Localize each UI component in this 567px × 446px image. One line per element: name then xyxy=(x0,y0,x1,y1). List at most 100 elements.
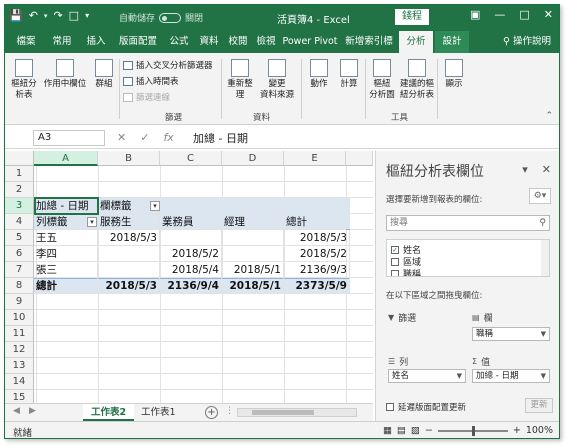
pivot-cell[interactable]: 2018/5/4 xyxy=(160,262,222,278)
rows-area-field[interactable]: 姓名 ▼ xyxy=(388,369,466,383)
autosave-toggle[interactable]: 自動儲存 關閉 xyxy=(119,11,203,24)
pane-options-dropdown-icon[interactable]: ▾ xyxy=(522,163,528,176)
pivot-row-name[interactable]: 李四 xyxy=(34,246,98,262)
close-icon[interactable]: ✕ xyxy=(544,8,553,21)
pivot-cell[interactable] xyxy=(98,262,160,278)
pivot-cell[interactable]: 2018/5/1 xyxy=(222,262,284,278)
pivot-grand-total-cell[interactable]: 2018/5/3 xyxy=(98,278,160,294)
field-list-scrollbar[interactable] xyxy=(541,240,549,276)
row-header[interactable]: 7 xyxy=(5,262,34,278)
show-button[interactable]: 顯示 xyxy=(441,59,467,90)
column-header[interactable] xyxy=(346,151,373,166)
row-header[interactable]: 15 xyxy=(5,390,34,403)
page-break-view-icon[interactable]: ▧ xyxy=(411,425,420,436)
autosave-switch[interactable] xyxy=(159,12,182,23)
change-source-button[interactable]: 變更 資料來源 xyxy=(257,59,297,101)
row-header[interactable]: 4 xyxy=(5,214,34,230)
active-field-button[interactable]: 作用中欄位 xyxy=(43,59,87,90)
tab-custom[interactable]: 新增索引標籤 xyxy=(341,31,397,69)
next-sheet-icon[interactable]: ▶ xyxy=(29,406,36,416)
qat-customize-icon[interactable]: ▾ xyxy=(85,11,89,20)
tab-insert[interactable]: 插入 xyxy=(81,31,111,53)
row-header[interactable]: 12 xyxy=(5,342,34,358)
defer-checkbox[interactable] xyxy=(386,403,394,411)
normal-view-icon[interactable]: ▦ xyxy=(383,425,392,436)
new-file-icon[interactable]: □ xyxy=(69,9,79,22)
column-header[interactable]: A xyxy=(34,151,98,166)
tab-data[interactable]: 資料 xyxy=(195,31,223,53)
pivotchart-button[interactable]: 樞紐 分析圖 xyxy=(367,59,397,101)
column-header[interactable]: D xyxy=(222,151,284,166)
pivot-cell[interactable]: 2018/5/2 xyxy=(160,246,222,262)
column-header[interactable]: E xyxy=(284,151,346,166)
column-filter-dropdown-icon[interactable]: ▾ xyxy=(150,201,160,211)
group-button[interactable]: 群組 xyxy=(91,59,117,90)
redo-icon[interactable]: ↷ xyxy=(53,9,62,22)
row-header[interactable]: 10 xyxy=(5,310,34,326)
chevron-down-icon[interactable]: ▼ xyxy=(541,328,546,340)
row-header[interactable]: 8 xyxy=(5,278,34,294)
pivot-cell[interactable]: 2018/5/2 xyxy=(284,246,350,262)
row-header[interactable]: 2 xyxy=(5,182,34,198)
insert-function-icon[interactable]: fx xyxy=(163,131,173,144)
field-checkbox[interactable] xyxy=(391,257,399,266)
recommended-pivottables-button[interactable]: 建議的樞 紐分析表 xyxy=(397,59,437,101)
pivot-cell[interactable] xyxy=(222,246,284,262)
sheet-tab[interactable]: 工作表1 xyxy=(133,404,184,421)
tab-view[interactable]: 檢視 xyxy=(253,31,279,53)
pivot-cell[interactable] xyxy=(222,230,284,246)
pivot-cell[interactable] xyxy=(160,230,222,246)
chevron-down-icon[interactable]: ▼ xyxy=(457,370,462,382)
ribbon-display-icon[interactable]: ▣ xyxy=(470,8,480,21)
scrollbar-thumb[interactable] xyxy=(252,410,314,415)
row-header[interactable]: 6 xyxy=(5,246,34,262)
row-header[interactable]: 14 xyxy=(5,374,34,390)
column-header[interactable]: B xyxy=(98,151,160,166)
collapse-ribbon-icon[interactable]: ⌃ xyxy=(545,111,553,121)
maximize-icon[interactable]: □ xyxy=(519,8,529,21)
actions-button[interactable]: 動作 xyxy=(305,59,333,90)
row-header[interactable]: 9 xyxy=(5,294,34,310)
defer-layout-update[interactable]: 延遲版面配置更新 xyxy=(386,401,466,413)
zoom-slider[interactable] xyxy=(437,425,508,436)
sheet-tab[interactable]: 工作表2 xyxy=(83,404,135,421)
undo-dropdown-icon[interactable]: ▾ xyxy=(44,12,48,20)
tab-analyze[interactable]: 分析 xyxy=(399,31,433,53)
sheet-options-icon[interactable]: ⋮ xyxy=(225,406,234,416)
row-header[interactable]: 3 xyxy=(5,198,34,214)
tab-formulas[interactable]: 公式 xyxy=(165,31,193,53)
tab-file[interactable]: 檔案 xyxy=(9,31,43,53)
undo-icon[interactable]: ↶ xyxy=(29,9,38,22)
gear-icon[interactable]: ⚙▾ xyxy=(529,188,551,204)
minimize-icon[interactable]: — xyxy=(494,8,505,21)
values-area-field[interactable]: 加總 - 日期 ▼ xyxy=(472,369,550,383)
cancel-icon[interactable]: ✕ xyxy=(117,131,126,144)
column-header[interactable]: C xyxy=(160,151,222,166)
zoom-out-icon[interactable]: − xyxy=(425,425,433,436)
zoom-level[interactable]: 100% xyxy=(526,425,553,436)
pivot-cell[interactable]: 2136/9/3 xyxy=(284,262,350,278)
pivot-row-name[interactable]: 王五 xyxy=(34,230,98,246)
insert-slicer-button[interactable]: 插入交叉分析篩選器 xyxy=(123,59,213,71)
row-header[interactable]: 11 xyxy=(5,326,34,342)
horizontal-scrollbar[interactable] xyxy=(237,408,357,417)
pivot-row-name[interactable]: 張三 xyxy=(34,262,98,278)
prev-sheet-icon[interactable]: ◀ xyxy=(13,406,20,416)
name-box[interactable]: A3 xyxy=(33,130,105,146)
tab-page-layout[interactable]: 版面配置 xyxy=(113,31,163,53)
pivot-grand-total-label[interactable]: 總計 xyxy=(34,278,98,294)
pivot-column-label[interactable]: 欄標籤 ▾ xyxy=(98,198,160,214)
tab-review[interactable]: 校閱 xyxy=(225,31,251,53)
row-header[interactable]: 5 xyxy=(5,230,34,246)
row-header[interactable]: 13 xyxy=(5,358,34,374)
enter-icon[interactable]: ✓ xyxy=(140,131,149,144)
row-header[interactable]: 1 xyxy=(5,166,34,182)
tab-power-pivot[interactable]: Power Pivot xyxy=(281,31,339,53)
pivot-cell[interactable]: 2018/5/3 xyxy=(98,230,160,246)
field-checkbox[interactable]: ✓ xyxy=(391,245,399,254)
update-button[interactable]: 更新 xyxy=(525,398,553,413)
pivot-col-header[interactable]: 服務生 xyxy=(98,214,160,230)
tab-home[interactable]: 常用 xyxy=(47,31,77,53)
select-all-corner[interactable] xyxy=(5,151,34,166)
user-account[interactable]: 錢程 xyxy=(395,9,429,25)
